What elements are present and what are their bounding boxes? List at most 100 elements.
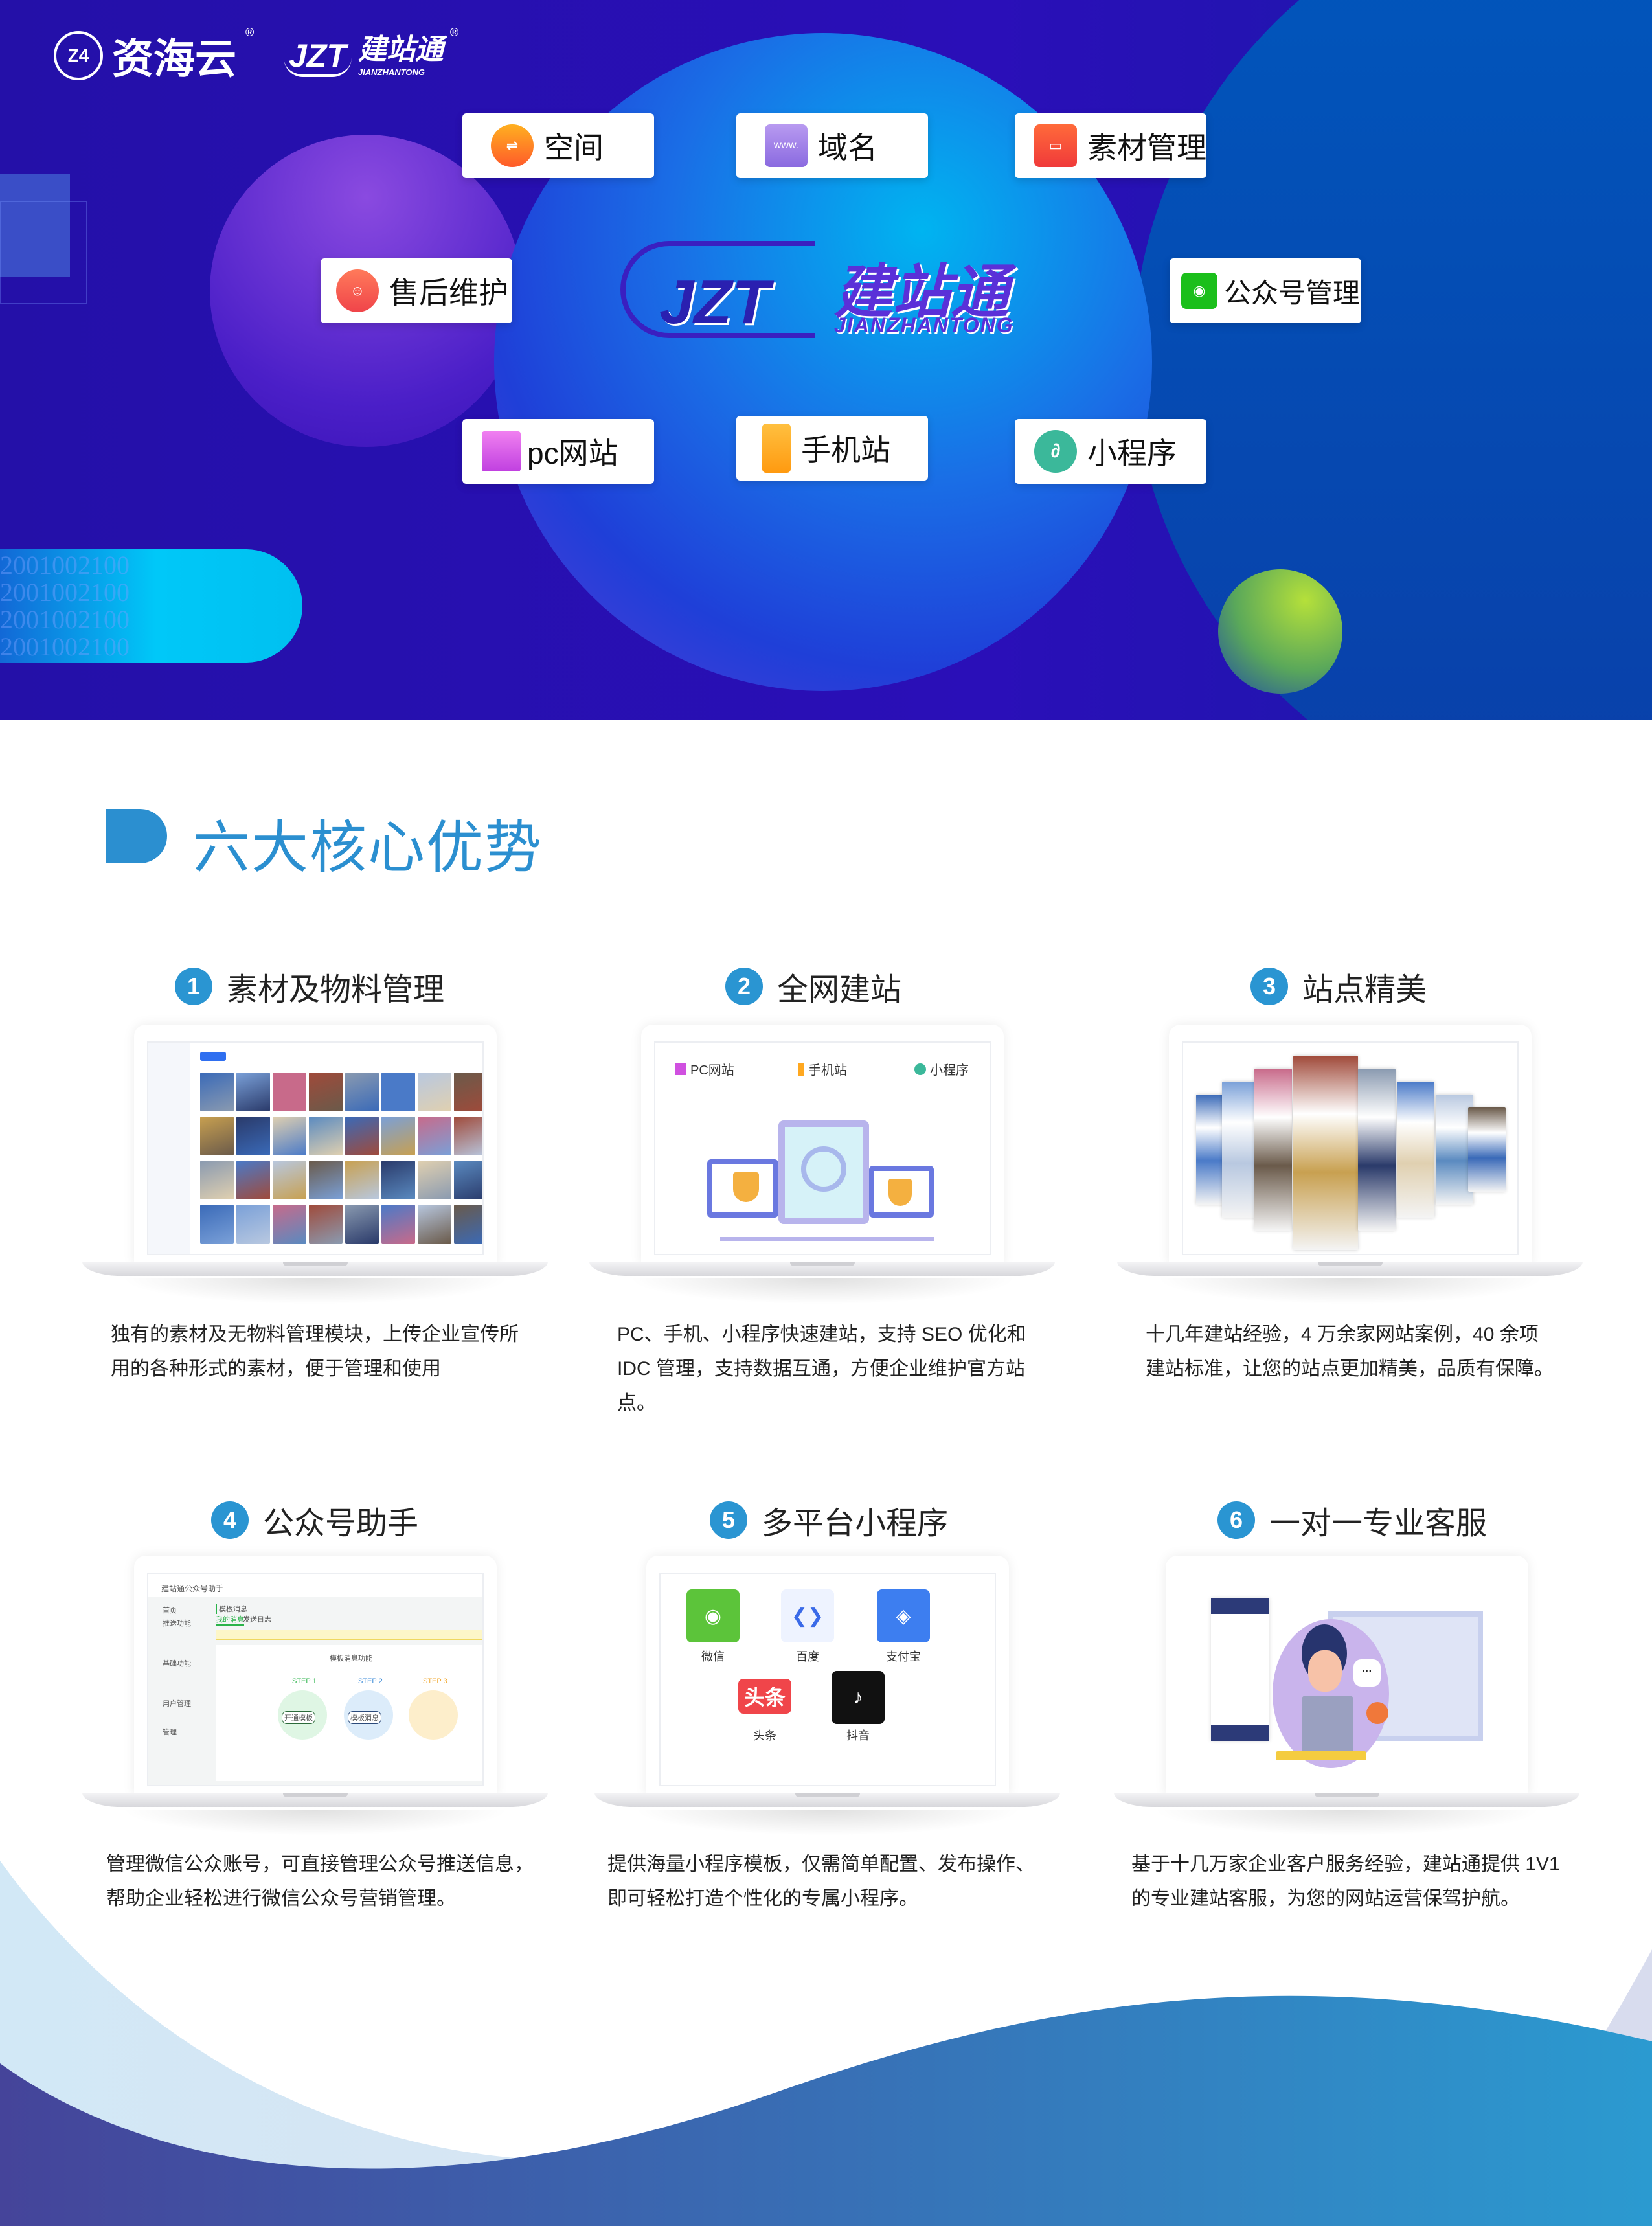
laptop-illustration: [1302, 1696, 1353, 1754]
material-thumbnail[interactable]: [273, 1117, 306, 1155]
active-tab: [200, 1052, 226, 1061]
material-thumbnail[interactable]: [345, 1161, 379, 1199]
material-thumbnail[interactable]: [454, 1205, 482, 1244]
material-thumbnail[interactable]: [200, 1117, 234, 1155]
card-desc-1: 独有的素材及无物料管理模块，上传企业宣传所 用的各种形式的素材，便于管理和使用: [111, 1324, 519, 1380]
center-jzt-logo: JZT 建站通 JIANZHANTONG: [620, 241, 1048, 345]
card-title-6: 6 一对一专业客服: [1217, 1497, 1487, 1543]
laptop-multi-platform: ◉ 微信 ❮❯ 百度 ◈ 支付宝 头条 头条 ♪ 抖音: [594, 1556, 1060, 1835]
alipay-icon: ◈: [877, 1589, 930, 1642]
material-thumbnail[interactable]: [345, 1117, 379, 1155]
laptop-all-network: PC网站 手机站 小程序: [589, 1025, 1055, 1304]
phone-icon: [762, 424, 791, 473]
shield-check-icon: [888, 1179, 912, 1206]
green-sphere: [1218, 569, 1342, 694]
toutiao-icon: 头条: [738, 1679, 791, 1714]
material-thumbnail[interactable]: [381, 1117, 415, 1155]
card-desc-6: 基于十几万家企业客户服务经验，建站通提供 1V1 的专业建站客服，为您的网站运营保…: [1131, 1854, 1560, 1909]
domain-www-icon: www.: [765, 124, 808, 167]
feature-space-button[interactable]: ⇌ 空间: [462, 113, 654, 178]
material-thumbnail[interactable]: [454, 1161, 482, 1199]
space-icon: ⇌: [491, 124, 534, 167]
material-thumbnail[interactable]: [236, 1117, 270, 1155]
cloud-badge-icon: [1366, 1702, 1388, 1724]
feature-domain-button[interactable]: www. 域名: [736, 113, 928, 178]
material-thumbnail[interactable]: [309, 1117, 343, 1155]
mini-program-icon: ∂: [1034, 430, 1077, 473]
material-thumbnail[interactable]: [345, 1073, 379, 1111]
card-title-4: 4 公众号助手: [211, 1497, 418, 1543]
number-badge: 4: [211, 1501, 249, 1539]
material-thumbnail[interactable]: [236, 1073, 270, 1111]
material-thumbnail[interactable]: [309, 1161, 343, 1199]
material-thumbnail[interactable]: [418, 1205, 451, 1244]
laptop-material-management: [82, 1025, 548, 1304]
card-desc-2: PC、手机、小程序快速建站，支持 SEO 优化和 IDC 管理，支持数据互通，方便…: [617, 1324, 1026, 1414]
material-thumbnail[interactable]: [381, 1161, 415, 1199]
laptop-site-showcase: [1117, 1025, 1583, 1304]
material-thumbnail[interactable]: [454, 1117, 482, 1155]
material-thumbnail[interactable]: [309, 1073, 343, 1111]
zihaiyun-mark-icon: Z4: [54, 31, 103, 80]
card-title-3: 3 站点精美: [1250, 964, 1427, 1009]
website-thumbnail: [1293, 1056, 1358, 1250]
material-thumbnail[interactable]: [381, 1205, 415, 1244]
material-thumbnail[interactable]: [236, 1161, 270, 1199]
website-thumbnail: [1397, 1082, 1434, 1218]
feature-miniprogram-button[interactable]: ∂ 小程序: [1015, 419, 1206, 484]
card-title-5: 5 多平台小程序: [710, 1497, 948, 1543]
feature-wechat-button[interactable]: ◉ 公众号管理: [1170, 258, 1361, 323]
chip-mobile: 手机站: [798, 1060, 847, 1078]
website-thumbnail: [1254, 1069, 1292, 1231]
material-thumbnail[interactable]: [309, 1205, 343, 1244]
material-thumbnail[interactable]: [418, 1161, 451, 1199]
wechat-icon: ◉: [1181, 273, 1217, 309]
section-title: 六大核心优势: [193, 815, 543, 880]
shield-check-icon: [733, 1172, 759, 1202]
material-thumbnail[interactable]: [200, 1073, 234, 1111]
feature-pc-button[interactable]: pc网站: [462, 419, 654, 484]
binary-decoration: 2001002100 2001002100 2001002100 2001002100: [0, 551, 130, 661]
number-badge: 5: [710, 1501, 747, 1539]
number-badge: 6: [1217, 1501, 1255, 1539]
phone-icon: [798, 1062, 804, 1076]
douyin-icon: ♪: [832, 1671, 885, 1724]
monitor-icon: [675, 1063, 686, 1075]
material-thumbnail[interactable]: [454, 1073, 482, 1111]
contact-list-illustration: [1211, 1598, 1269, 1741]
material-thumbnail[interactable]: [345, 1205, 379, 1244]
monitor-icon: [482, 431, 521, 471]
material-library-screen: [147, 1041, 484, 1255]
number-badge: 2: [725, 968, 763, 1005]
wallet-icon: ▭: [1034, 124, 1077, 167]
feature-support-button[interactable]: ☺ 售后维护: [321, 258, 512, 323]
zihaiyun-logo: Z4 资海云 ®: [54, 26, 254, 85]
feature-material-button[interactable]: ▭ 素材管理: [1015, 113, 1206, 178]
wechat-icon: ◉: [686, 1589, 740, 1642]
support-icon: ☺: [336, 269, 379, 312]
material-thumbnail[interactable]: [418, 1073, 451, 1111]
material-thumbnail[interactable]: [273, 1161, 306, 1199]
number-badge: 3: [1250, 968, 1288, 1005]
baidu-icon: ❮❯: [781, 1589, 834, 1642]
material-thumbnail[interactable]: [200, 1161, 234, 1199]
material-thumbnail[interactable]: [381, 1073, 415, 1111]
material-thumbnail[interactable]: [200, 1205, 234, 1244]
material-thumbnail[interactable]: [273, 1205, 306, 1244]
hero-banner: 2001002100 2001002100 2001002100 2001002100…: [0, 0, 1652, 720]
platform-icons-screen: ◉ 微信 ❮❯ 百度 ◈ 支付宝 头条 头条 ♪ 抖音: [659, 1573, 996, 1786]
jzt-logo: JZT 建站通 JIANZHANTONG ®: [284, 26, 458, 77]
all-network-screen: PC网站 手机站 小程序: [654, 1041, 991, 1255]
material-thumbnail[interactable]: [236, 1205, 270, 1244]
card-desc-5: 提供海量小程序模板，仅需简单配置、发布操作、 即可轻松打造个性化的专属小程序。: [607, 1854, 1035, 1909]
agent-face: [1308, 1650, 1342, 1692]
feature-mobile-button[interactable]: 手机站: [736, 416, 928, 481]
card-title-2: 2 全网建站: [725, 964, 901, 1009]
material-thumbnail[interactable]: [418, 1117, 451, 1155]
material-thumbnail[interactable]: [273, 1073, 306, 1111]
website-thumbnail: [1358, 1069, 1396, 1231]
ground-line: [720, 1237, 934, 1241]
number-badge: 1: [175, 968, 212, 1005]
card-desc-4: 管理微信公众账号，可直接管理公众号推送信息， 帮助企业轻松进行微信公众号营销管理。: [106, 1854, 534, 1909]
background-arc: [1133, 0, 1652, 720]
